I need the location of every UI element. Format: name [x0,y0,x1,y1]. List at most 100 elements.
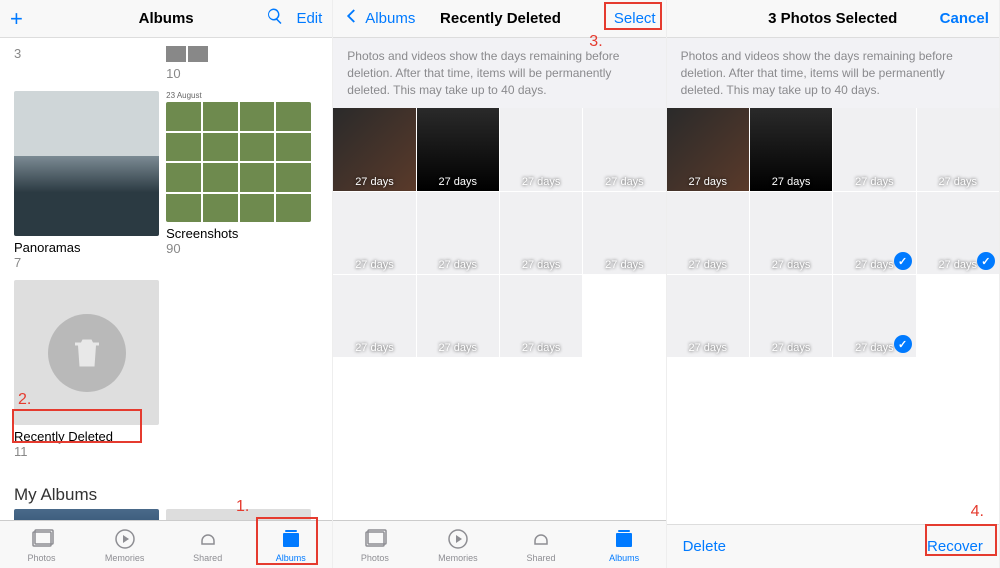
screen-selected: 3 Photos Selected Cancel Photos and vide… [667,0,1000,568]
tab-label: Albums [276,553,306,563]
days-label: 27 days [417,176,499,188]
days-label: 27 days [750,176,832,188]
days-label: 27 days [667,259,749,271]
thumb-row [166,46,318,62]
tab-label: Shared [526,553,555,563]
album-count: 3 [14,46,166,61]
photo-cell[interactable]: 27 days [750,108,832,190]
photo-cell[interactable]: 27 days [333,108,415,190]
days-label: 27 days [417,259,499,271]
search-icon[interactable] [266,7,284,30]
date-label: 23 August [166,91,318,100]
delete-button[interactable]: Delete [683,538,726,555]
tab-label: Memories [105,553,145,563]
tab-label: Photos [361,553,389,563]
photo-cell[interactable]: 27 days [583,108,665,190]
album-count: 10 [166,66,318,81]
recover-button[interactable]: Recover [927,538,983,555]
days-label: 27 days [667,342,749,354]
album-screenshots[interactable]: 23 August Screenshots 90 [166,91,318,270]
info-text: Photos and videos show the days remainin… [667,38,999,108]
days-label: 27 days [917,176,999,188]
album-panoramas[interactable]: Panoramas 7 [14,91,166,270]
section-title: My Albums [0,477,332,509]
page-title: Albums [139,10,194,27]
callout-2: 2. [18,391,31,409]
tab-albums[interactable]: Albums [583,521,666,568]
cancel-button[interactable]: Cancel [940,10,989,27]
edit-button[interactable]: Edit [296,10,322,27]
add-icon[interactable]: + [10,6,23,32]
photo-cell[interactable]: 27 days [750,192,832,274]
navbar: 3 Photos Selected Cancel [667,0,999,38]
screen-recently-deleted: Albums Recently Deleted Select Photos an… [333,0,666,568]
tab-memories[interactable]: Memories [83,521,166,568]
days-label: 27 days [500,176,582,188]
chevron-left-icon [343,7,361,30]
check-icon [894,252,912,270]
tabbar: Photos Memories Shared Albums [333,520,665,568]
photo-cell[interactable]: 27 days [500,192,582,274]
tab-label: Shared [193,553,222,563]
tab-shared[interactable]: Shared [499,521,582,568]
callout-3: 3. [589,33,602,51]
tab-photos[interactable]: Photos [333,521,416,568]
album-count: 7 [14,255,166,270]
album-thumb [14,91,159,236]
tab-memories[interactable]: Memories [416,521,499,568]
album-name: Panoramas [14,240,166,255]
photo-cell[interactable]: 27 days [917,192,999,274]
photo-cell[interactable]: 27 days [833,108,915,190]
tab-label: Albums [609,553,639,563]
photo-cell[interactable]: 27 days [500,275,582,357]
my-album[interactable] [14,509,166,520]
days-label: 27 days [667,176,749,188]
photo-grid: 27 days 27 days 27 days 27 days 27 days … [667,108,999,357]
info-text: Photos and videos show the days remainin… [333,38,665,108]
tab-shared[interactable]: Shared [166,521,249,568]
content: Photos and videos show the days remainin… [333,38,665,520]
days-label: 27 days [583,259,665,271]
tab-label: Memories [438,553,478,563]
photo-cell[interactable]: 27 days [417,275,499,357]
days-label: 27 days [333,342,415,354]
photo-cell[interactable]: 27 days [667,108,749,190]
photo-cell[interactable]: 27 days [500,108,582,190]
album-name: Screenshots [166,226,318,241]
photo-cell[interactable]: 27 days [417,108,499,190]
days-label: 27 days [500,342,582,354]
photo-cell[interactable]: 27 days [750,275,832,357]
tab-photos[interactable]: Photos [0,521,83,568]
navbar: + Albums Edit [0,0,332,38]
album-count: 90 [166,241,318,256]
back-button[interactable]: Albums [343,7,415,30]
album-thumb [14,280,159,425]
album-thumb [14,509,159,520]
photo-cell[interactable]: 27 days [667,275,749,357]
album-thumb [166,102,311,222]
photo-cell[interactable]: 27 days [417,192,499,274]
days-label: 27 days [333,176,415,188]
photo-cell[interactable]: 27 days [833,192,915,274]
photo-cell[interactable]: 27 days [583,192,665,274]
photo-cell[interactable]: 27 days [917,108,999,190]
photo-cell[interactable]: 27 days [667,192,749,274]
album-name: Recently Deleted [14,429,166,444]
photo-grid: 27 days 27 days 27 days 27 days 27 days … [333,108,665,357]
tab-albums[interactable]: Albums [249,521,332,568]
album-recently-deleted[interactable]: Recently Deleted 11 [14,280,166,459]
days-label: 27 days [750,342,832,354]
select-button[interactable]: Select [614,10,656,27]
trash-icon [69,335,105,371]
check-icon [894,335,912,353]
tab-label: Photos [28,553,56,563]
photo-cell[interactable]: 27 days [333,275,415,357]
back-label: Albums [365,10,415,27]
tabbar: Photos Memories Shared Albums [0,520,332,568]
days-label: 27 days [583,176,665,188]
check-icon [977,252,995,270]
content: Photos and videos show the days remainin… [667,38,999,524]
photo-cell[interactable]: 27 days [333,192,415,274]
page-title: Recently Deleted [440,10,561,27]
photo-cell[interactable]: 27 days [833,275,915,357]
